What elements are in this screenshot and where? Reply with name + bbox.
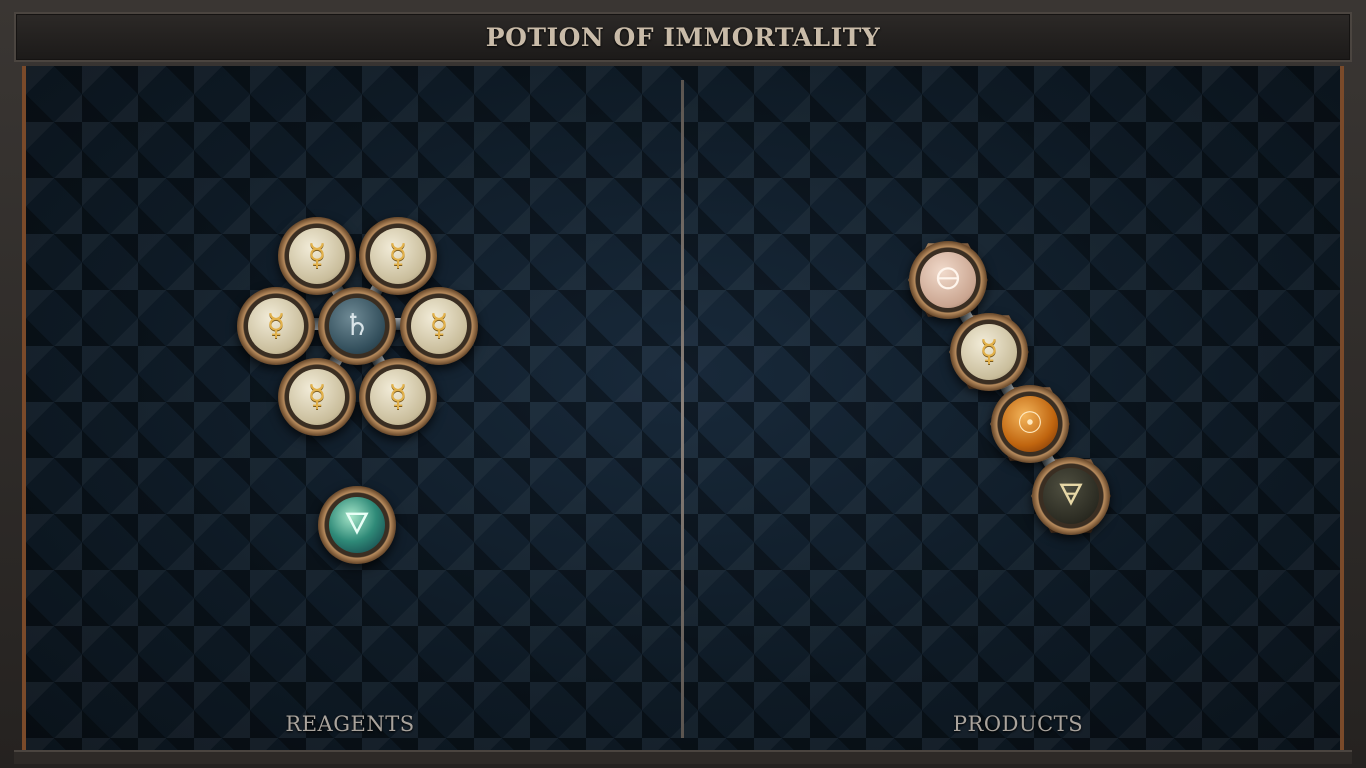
mercury-icon: ☿	[370, 369, 426, 425]
puzzle-title: POTION OF IMMORTALITY	[485, 22, 881, 52]
mercury-atom[interactable]: ☿	[278, 358, 356, 436]
water-atom[interactable]: 🜄	[318, 486, 396, 564]
mercury-icon: ☿	[289, 228, 345, 284]
mercury-atom[interactable]: ☿	[278, 217, 356, 295]
mercury-atom[interactable]: ☿	[950, 313, 1028, 391]
mercury-icon: ☿	[961, 324, 1017, 380]
earth-icon: 🜃	[1043, 468, 1099, 524]
gold-atom[interactable]: ☉	[991, 385, 1069, 463]
mercury-icon: ☿	[289, 369, 345, 425]
mercury-atom[interactable]: ☿	[237, 287, 315, 365]
earth-atom[interactable]: 🜃	[1032, 457, 1110, 535]
mercury-icon: ☿	[370, 228, 426, 284]
water-icon: 🜄	[329, 497, 385, 553]
gold-icon: ☉	[1002, 396, 1058, 452]
salt-atom[interactable]: 🜔	[909, 241, 987, 319]
reagents-label: REAGENTS	[285, 712, 415, 736]
mercury-atom[interactable]: ☿	[359, 217, 437, 295]
title-bar: POTION OF IMMORTALITY	[14, 12, 1352, 62]
lead-icon: ♄	[329, 298, 385, 354]
salt-icon: 🜔	[920, 252, 976, 308]
lead-atom[interactable]: ♄	[318, 287, 396, 365]
mercury-icon: ☿	[411, 298, 467, 354]
products-label: PRODUCTS	[952, 712, 1084, 736]
bottom-frame	[14, 750, 1352, 764]
mercury-atom[interactable]: ☿	[400, 287, 478, 365]
mercury-icon: ☿	[248, 298, 304, 354]
mercury-atom[interactable]: ☿	[359, 358, 437, 436]
section-divider	[681, 80, 684, 738]
